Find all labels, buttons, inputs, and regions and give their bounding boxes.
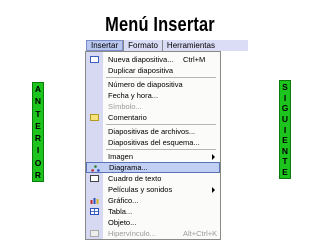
menu-item-slides-from-files[interactable]: Diapositivas de archivos... xyxy=(86,126,220,137)
text-box-icon xyxy=(90,175,99,182)
menu-item-hyperlink[interactable]: Hipervínculo... Alt+Ctrl+K xyxy=(86,228,220,239)
menu-item-label: Diapositivas de archivos... xyxy=(108,127,196,136)
menu-item-label: Imagen xyxy=(108,152,134,161)
hyperlink-icon xyxy=(90,230,99,237)
table-icon xyxy=(90,208,99,215)
next-letter: E xyxy=(282,167,288,177)
previous-letter: O xyxy=(34,157,42,168)
menu-item-comment[interactable]: Comentario xyxy=(86,112,220,123)
menu-item-picture[interactable]: Imagen xyxy=(86,151,220,162)
menu-insertar[interactable]: Insertar xyxy=(86,40,124,51)
submenu-arrow-icon xyxy=(212,154,215,160)
menu-item-table[interactable]: Tabla... xyxy=(86,206,220,217)
next-letter: N xyxy=(281,145,289,156)
menu-item-date-time[interactable]: Fecha y hora... xyxy=(86,90,220,101)
menu-item-label: Comentario xyxy=(108,113,147,122)
menu-item-label: Número de diapositiva xyxy=(108,80,183,89)
menu-divider xyxy=(106,77,216,78)
page-title: Menú Insertar xyxy=(105,14,215,36)
previous-letter: N xyxy=(34,96,42,107)
insert-dropdown-menu: Nueva diapositiva... Ctrl+M Duplicar dia… xyxy=(85,51,221,240)
previous-letter: A xyxy=(34,84,42,94)
next-letter: E xyxy=(282,135,288,146)
menu-item-label: Cuadro de texto xyxy=(108,174,162,183)
next-letter: I xyxy=(283,92,287,103)
next-letter: U xyxy=(281,113,289,124)
menu-item-label: Duplicar diapositiva xyxy=(108,66,174,75)
menu-item-shortcut: Ctrl+M xyxy=(183,55,206,64)
previous-letter: E xyxy=(35,120,41,131)
menu-item-object[interactable]: Objeto... xyxy=(86,217,220,228)
next-letter: S xyxy=(282,82,288,92)
menu-item-slide-number[interactable]: Número de diapositiva xyxy=(86,79,220,90)
menu-item-shortcut: Alt+Ctrl+K xyxy=(183,229,218,238)
previous-button[interactable]: A N T E R I O R xyxy=(32,82,44,182)
previous-letter: R xyxy=(34,133,42,144)
menu-bar: Insertar Formato Herramientas xyxy=(86,40,248,51)
menu-item-slides-from-outline[interactable]: Diapositivas del esquema... xyxy=(86,137,220,148)
menu-item-label: Objeto... xyxy=(108,218,137,227)
previous-letter: R xyxy=(34,169,42,180)
previous-letter: T xyxy=(35,108,41,119)
menu-item-label: Fecha y hora... xyxy=(108,91,159,100)
diagram-icon xyxy=(91,165,100,172)
menu-formato[interactable]: Formato xyxy=(124,40,162,51)
next-letter: T xyxy=(282,156,288,167)
menu-item-label: Tabla... xyxy=(108,207,133,216)
menu-item-label: Hipervínculo... xyxy=(108,229,156,238)
menu-item-label: Películas y sonidos xyxy=(108,185,173,194)
chart-icon xyxy=(90,198,99,204)
menu-divider xyxy=(106,124,216,125)
menu-item-label: Nueva diapositiva... xyxy=(108,55,174,64)
next-letter: I xyxy=(283,124,287,135)
next-button[interactable]: S I G U I E N T E xyxy=(279,80,291,179)
menu-item-label: Gráfico... xyxy=(108,196,139,205)
menu-item-diagram[interactable]: Diagrama... xyxy=(86,162,220,173)
previous-letter: I xyxy=(36,145,40,156)
menu-item-label: Diagrama... xyxy=(109,163,148,172)
new-slide-icon xyxy=(90,56,99,63)
menu-divider xyxy=(106,149,216,150)
menu-item-symbol[interactable]: Símbolo... xyxy=(86,101,220,112)
menu-item-movies-sounds[interactable]: Películas y sonidos xyxy=(86,184,220,195)
menu-item-text-box[interactable]: Cuadro de texto xyxy=(86,173,220,184)
menu-item-chart[interactable]: Gráfico... xyxy=(86,195,220,206)
menu-item-label: Diapositivas del esquema... xyxy=(108,138,200,147)
menu-item-duplicate-slide[interactable]: Duplicar diapositiva xyxy=(86,65,220,76)
next-letter: G xyxy=(281,103,289,114)
menu-item-new-slide[interactable]: Nueva diapositiva... Ctrl+M xyxy=(86,54,220,65)
submenu-arrow-icon xyxy=(212,187,215,193)
comment-icon xyxy=(90,114,99,121)
menu-herramientas[interactable]: Herramientas xyxy=(163,40,219,51)
menu-item-label: Símbolo... xyxy=(108,102,142,111)
